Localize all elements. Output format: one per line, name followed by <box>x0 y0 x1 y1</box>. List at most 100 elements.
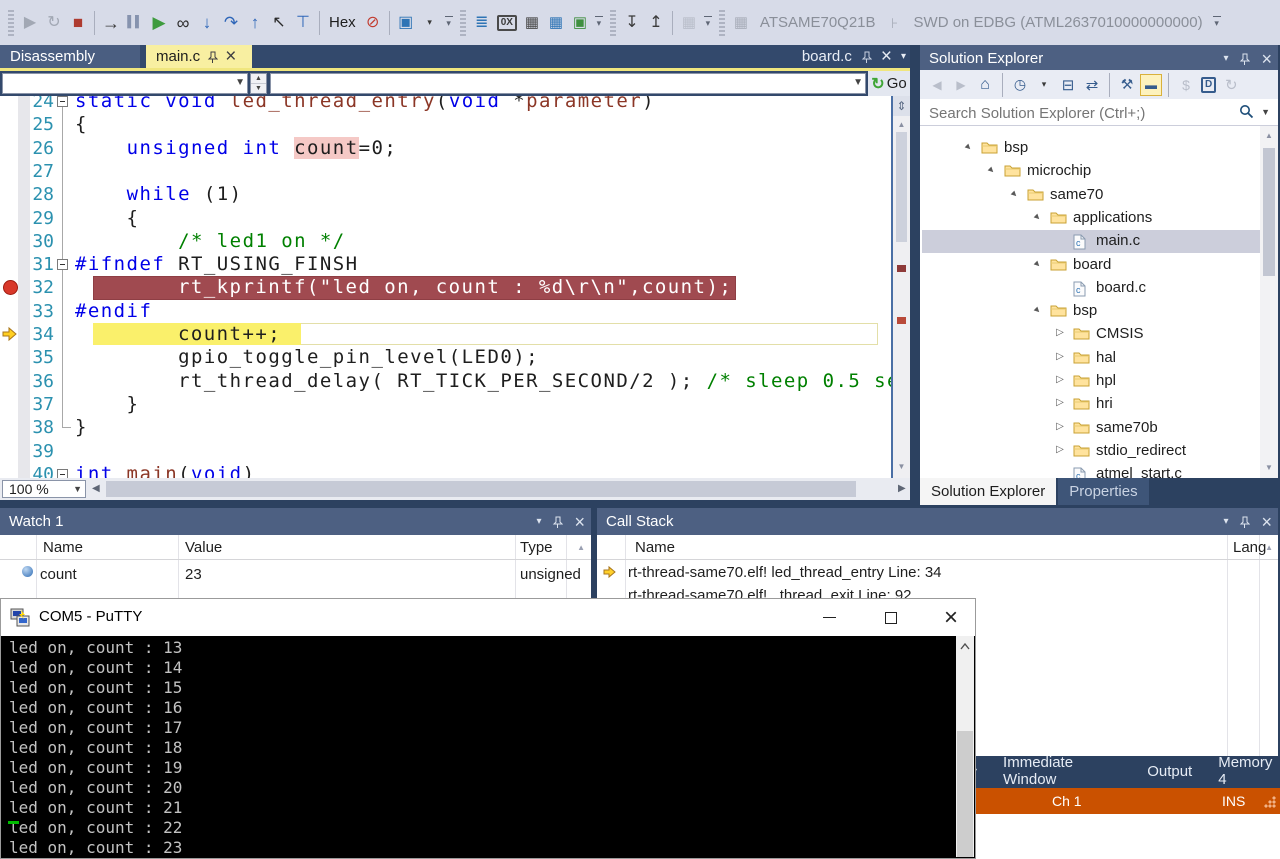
tree-item-main-c[interactable]: cmain.c <box>922 230 1260 253</box>
step-over-icon[interactable]: ↷ <box>219 11 243 35</box>
read-device-icon[interactable]: ↥ <box>644 11 668 35</box>
terminal-output[interactable]: led on, count : 13led on, count : 14led … <box>2 636 956 857</box>
memory-view-icon[interactable]: ▦ <box>544 11 568 35</box>
tab-main-c[interactable]: main.c × <box>146 45 252 68</box>
code-line-29[interactable]: 29 { <box>0 207 891 230</box>
code-line-32[interactable]: 32rt_kprintf("led on, count : %d\r\n",co… <box>0 276 891 299</box>
toolbar-overflow-1[interactable]: ▾ <box>442 16 456 29</box>
code-line-25[interactable]: 25{ <box>0 113 891 136</box>
editor-vertical-scrollbar[interactable]: ⇕ ▲ ▼ <box>891 96 910 478</box>
code-line-36[interactable]: 36 rt_thread_delay( RT_TICK_PER_SECOND/2… <box>0 370 891 393</box>
run-to-cursor-icon[interactable]: ⊤ <box>291 11 315 35</box>
chevron-down-icon[interactable]: ▾ <box>901 51 906 62</box>
watch-column-value[interactable]: Value <box>185 539 222 556</box>
watch-column-type[interactable]: Type <box>520 539 553 556</box>
nav-spinner[interactable]: ▲▼ <box>250 73 267 94</box>
pin-icon[interactable] <box>861 51 872 63</box>
scroll-up-icon[interactable]: ▲ <box>893 120 910 129</box>
close-icon[interactable]: × <box>225 50 236 64</box>
window-position-icon[interactable]: ▾ <box>536 516 541 527</box>
expander-expanded-icon[interactable]: ▼ <box>1006 186 1022 202</box>
tree-item-stdio-redirect[interactable]: ▷stdio_redirect <box>922 440 1260 463</box>
toolbar-grip[interactable] <box>8 10 14 36</box>
watch-value[interactable]: 23 <box>185 566 202 583</box>
tree-item-board-c[interactable]: cboard.c <box>922 277 1260 300</box>
call-stack-column-name[interactable]: Name <box>635 539 675 556</box>
scroll-left-icon[interactable]: ◀ <box>92 483 100 494</box>
tab-memory-4[interactable]: Memory 4 <box>1218 754 1280 788</box>
zoom-level-dropdown[interactable]: 100 % ▼ <box>2 480 86 498</box>
io-view-icon[interactable]: ▣ <box>568 11 592 35</box>
fold-collapse-icon[interactable] <box>57 259 68 270</box>
code-line-38[interactable]: 38} <box>0 416 891 439</box>
code-line-39[interactable]: 39 <box>0 440 891 463</box>
code-line-26[interactable]: 26 unsigned int count=0; <box>0 137 891 160</box>
code-line-24[interactable]: 24static void led_thread_entry(void *par… <box>0 96 891 113</box>
program-device-icon[interactable]: ↧ <box>620 11 644 35</box>
show-next-statement-icon[interactable]: → <box>99 11 123 35</box>
tree-scrollbar[interactable]: ▲ ▼ <box>1260 126 1278 478</box>
tab-board-c[interactable]: board.c × ▾ <box>802 45 906 68</box>
stop-debugging-icon[interactable]: ■ <box>66 11 90 35</box>
tab-output[interactable]: Output <box>1147 763 1192 780</box>
tab-solution-explorer[interactable]: Solution Explorer <box>920 478 1056 505</box>
debug-continue-icon[interactable]: ▶ <box>18 11 42 35</box>
device-locked-icon[interactable]: ▦ <box>677 11 701 35</box>
show-all-files-icon[interactable]: $ <box>1175 74 1197 96</box>
code-line-40[interactable]: 40int main(void) <box>0 463 891 478</box>
home-icon[interactable]: ⌂ <box>974 74 996 96</box>
minimize-button[interactable] <box>807 599 851 636</box>
scroll-up-icon[interactable]: ▲ <box>1260 131 1278 140</box>
disable-breakpoints-icon[interactable]: ⊘ <box>361 11 385 35</box>
scroll-down-icon[interactable]: ▼ <box>1260 463 1278 472</box>
expander-collapsed-icon[interactable]: ▷ <box>1054 327 1066 338</box>
probe-icon[interactable]: ⊦ <box>883 11 907 35</box>
tree-item-atmel-start-c[interactable]: catmel_start.c <box>922 463 1260 478</box>
putty-window[interactable]: COM5 - PuTTY × led on, count : 13led on,… <box>0 598 976 859</box>
scroll-up-icon[interactable]: ▲ <box>577 543 585 552</box>
scrollbar-thumb[interactable] <box>957 731 973 857</box>
watch-title-bar[interactable]: Watch 1 ▾ × <box>0 508 591 535</box>
solution-explorer-title-bar[interactable]: Solution Explorer ▾ × <box>920 45 1278 72</box>
registers-view-icon[interactable]: 0X <box>497 15 517 31</box>
expander-collapsed-icon[interactable]: ▷ <box>1054 421 1066 432</box>
tree-item-same70[interactable]: ▼same70 <box>922 184 1260 207</box>
scroll-right-icon[interactable]: ▶ <box>898 483 906 494</box>
disassembly-view-icon[interactable]: ≣ <box>470 11 494 35</box>
expander-expanded-icon[interactable]: ▼ <box>1029 256 1045 272</box>
step-into-icon[interactable]: ↓ <box>195 11 219 35</box>
code-line-27[interactable]: 27 <box>0 160 891 183</box>
scrollbar-thumb[interactable] <box>1263 148 1275 276</box>
stack-frame[interactable]: rt-thread-same70.elf! led_thread_entry L… <box>597 562 1259 585</box>
pending-changes-filter-icon[interactable]: ◷ <box>1009 74 1031 96</box>
pin-icon[interactable] <box>207 51 218 63</box>
scroll-down-icon[interactable]: ▼ <box>893 462 910 471</box>
code-line-33[interactable]: 33#endif <box>0 300 891 323</box>
cursor-arrow-icon[interactable]: ↖ <box>267 11 291 35</box>
close-icon[interactable]: × <box>881 50 892 64</box>
chevron-down-icon[interactable]: ▼ <box>1261 107 1270 117</box>
step-out-icon[interactable]: ↑ <box>243 11 267 35</box>
tree-item-applications[interactable]: ▼applications <box>922 207 1260 230</box>
tab-immediate-window[interactable]: Immediate Window <box>1003 754 1121 788</box>
tree-item-same70b[interactable]: ▷same70b <box>922 417 1260 440</box>
expander-collapsed-icon[interactable]: ▷ <box>1054 444 1066 455</box>
tree-item-hri[interactable]: ▷hri <box>922 393 1260 416</box>
spinner-down-icon[interactable]: ▼ <box>251 84 266 93</box>
nav-back-icon[interactable]: ◀ <box>926 74 948 96</box>
collapse-all-icon[interactable]: ⊟ <box>1057 74 1079 96</box>
code-line-31[interactable]: 31#ifndef RT_USING_FINSH <box>0 253 891 276</box>
go-button[interactable]: ↻ Go <box>868 71 910 96</box>
toolbar-grip[interactable] <box>610 10 616 36</box>
chip-icon[interactable]: ▦ <box>729 11 753 35</box>
watch-column-name[interactable]: Name <box>43 539 83 556</box>
split-handle-icon[interactable]: ⇕ <box>893 96 910 116</box>
continue-icon[interactable]: ▶ <box>147 11 171 35</box>
break-all-icon[interactable]: ▌▌ <box>123 11 147 35</box>
window-position-icon[interactable]: ▾ <box>1223 516 1228 527</box>
refresh-icon[interactable]: ↻ <box>1220 74 1242 96</box>
pin-icon[interactable] <box>552 516 563 528</box>
scrollbar-thumb[interactable] <box>106 481 856 497</box>
designer-icon[interactable]: D <box>1201 77 1216 93</box>
close-icon[interactable]: × <box>1261 52 1272 66</box>
